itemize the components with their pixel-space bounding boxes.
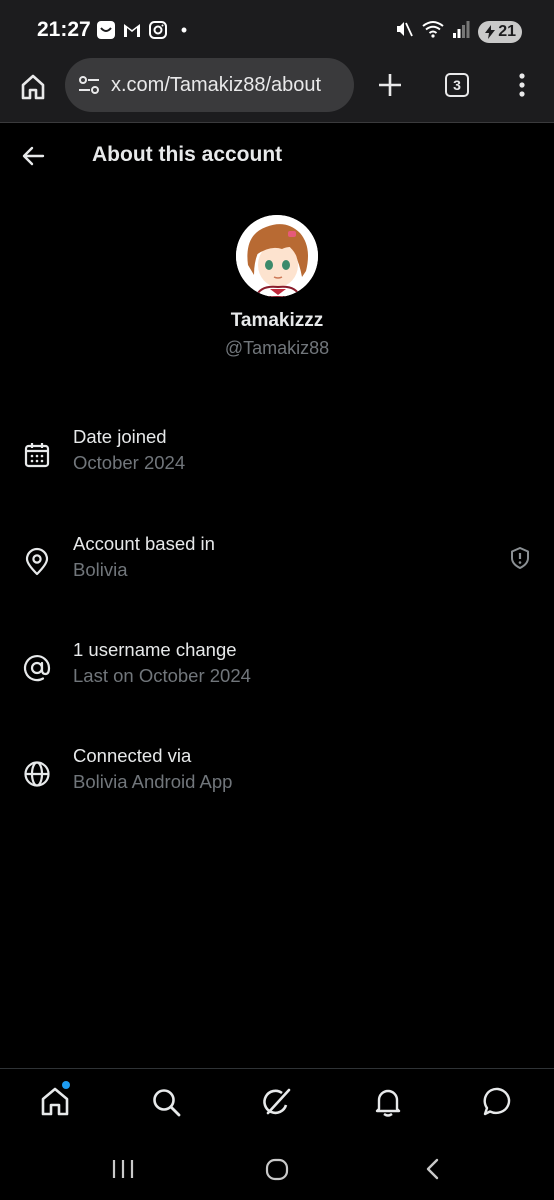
avatar-image [236,215,318,297]
tab-notifications[interactable] [371,1085,405,1119]
status-bar: 21:27 • 21 [0,0,554,56]
at-sign-icon [23,655,51,682]
home-system-button[interactable] [264,1156,290,1182]
tab-messages[interactable] [481,1085,515,1119]
home-circle-icon [265,1158,289,1181]
system-navigation-bar [0,1136,554,1200]
url-text[interactable]: x.com/Tamakiz88/about [111,74,321,97]
site-settings-icon[interactable] [77,73,101,97]
back-system-button[interactable] [420,1156,446,1182]
avatar[interactable] [236,215,318,297]
mute-icon [394,19,414,44]
notification-icons: • [96,20,194,40]
back-button[interactable] [20,142,48,170]
search-icon [153,1089,181,1117]
browser-home-button[interactable] [18,72,48,102]
more-vert-icon [519,73,525,97]
user-handle: @Tamakiz88 [224,338,330,358]
info-row-account-based-in: Account based in Bolivia [0,533,554,593]
plus-icon [379,74,401,96]
info-label: Connected via [73,745,192,766]
display-name: Tamakizzz [230,310,324,331]
info-row-username-change: 1 username change Last on October 2024 [0,639,554,699]
recent-apps-button[interactable] [110,1156,136,1182]
smiley-app-icon [96,20,116,40]
home-notification-dot [62,1081,70,1089]
info-row-date-joined: Date joined October 2024 [0,426,554,486]
messages-icon [483,1087,511,1116]
wifi-icon [422,19,444,44]
browser-home-icon [21,74,45,100]
recents-icon [112,1160,134,1178]
address-bar[interactable]: x.com/Tamakiz88/about [65,58,354,112]
instagram-icon [148,20,168,40]
more-notifications-dot: • [180,19,188,40]
notifications-icon [375,1089,401,1117]
globe-icon [24,761,50,787]
info-label: 1 username change [73,639,237,660]
location-pin-icon [25,547,49,576]
browser-menu-button[interactable] [510,70,534,100]
gmail-icon [122,20,142,40]
info-label: Account based in [73,533,215,554]
calendar-icon [24,443,50,468]
shield-alert-icon[interactable] [508,546,532,570]
status-time: 21:27 [37,18,91,41]
new-tab-button[interactable] [375,70,405,100]
arrow-left-icon [22,146,45,166]
battery-level: 21 [498,22,516,40]
browser-toolbar: x.com/Tamakiz88/about 3 [0,56,554,123]
home-icon [41,1087,69,1116]
info-value: October 2024 [73,452,186,473]
info-value: Bolivia Android App [73,771,233,792]
info-row-connected-via: Connected via Bolivia Android App [0,745,554,805]
signal-icon [452,19,470,44]
status-right-icons: 21 [394,19,522,44]
page-title: About this account [92,143,283,166]
battery-icon: 21 [478,20,522,43]
tab-home[interactable] [38,1085,72,1119]
tab-grok[interactable] [260,1085,294,1119]
page-header: About this account [0,124,554,184]
tab-switcher-button[interactable]: 3 [445,73,469,97]
info-label: Date joined [73,426,167,447]
info-value: Last on October 2024 [73,665,251,686]
chevron-left-icon [426,1158,439,1180]
info-value: Bolivia [73,559,128,580]
bottom-tab-bar [0,1068,554,1136]
grok-icon [263,1088,291,1115]
tab-search[interactable] [149,1085,183,1119]
